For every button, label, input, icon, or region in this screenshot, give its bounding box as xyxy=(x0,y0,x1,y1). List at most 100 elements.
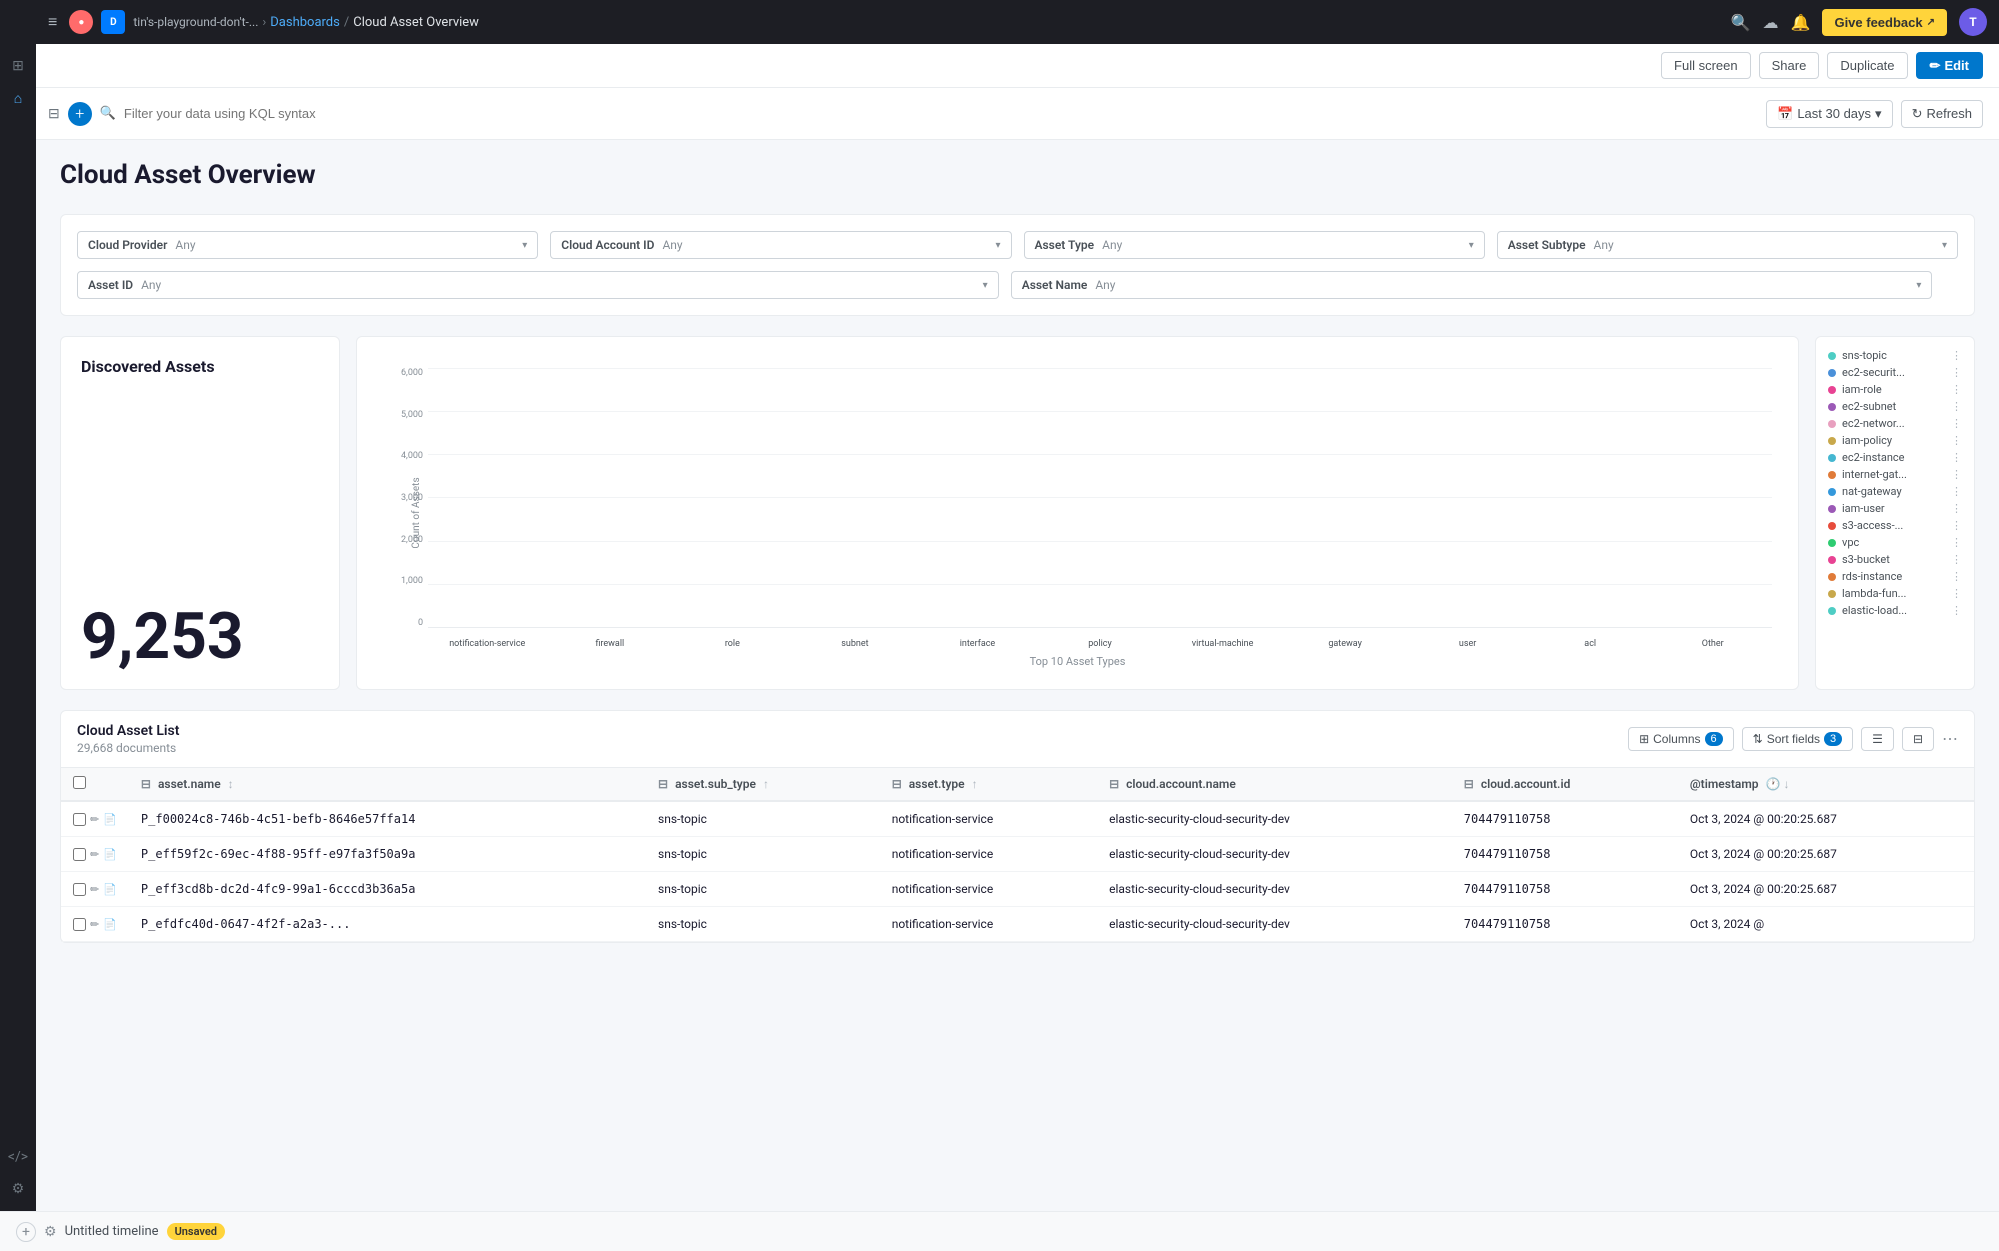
x-label-firewall: firewall xyxy=(551,639,670,649)
row-checkbox[interactable] xyxy=(73,883,86,896)
inspect-icon[interactable]: 📄 xyxy=(103,883,117,896)
user-avatar[interactable]: T xyxy=(1959,8,1987,36)
legend-item-12[interactable]: s3-bucket ⋮ xyxy=(1828,553,1962,566)
legend-menu-icon[interactable]: ⋮ xyxy=(1951,502,1962,515)
legend-item-9[interactable]: iam-user ⋮ xyxy=(1828,502,1962,515)
cloud-account-id-value: Any xyxy=(662,238,987,252)
edit-button[interactable]: ✏ Edit xyxy=(1916,52,1983,79)
row-account-id-cell: 704479110758 xyxy=(1452,872,1678,907)
legend-item-5[interactable]: iam-policy ⋮ xyxy=(1828,434,1962,447)
legend-menu-icon[interactable]: ⋮ xyxy=(1951,349,1962,362)
refresh-button[interactable]: ↻ Refresh xyxy=(1901,100,1983,128)
hamburger-icon[interactable]: ≡ xyxy=(48,12,57,32)
kql-search-input[interactable] xyxy=(124,106,1758,121)
legend-menu-icon[interactable]: ⋮ xyxy=(1951,587,1962,600)
sidebar-icon-code[interactable]: </> xyxy=(4,1143,32,1171)
cloud-account-id-chevron: ▾ xyxy=(995,240,1000,251)
row-account-id-cell: 704479110758 xyxy=(1452,801,1678,837)
row-checkbox[interactable] xyxy=(73,918,86,931)
legend-menu-icon[interactable]: ⋮ xyxy=(1951,417,1962,430)
sidebar-icon-grid[interactable]: ⊞ xyxy=(4,52,32,80)
asset-type-filter[interactable]: Asset Type Any ▾ xyxy=(1024,231,1485,259)
legend-dot xyxy=(1828,590,1836,598)
give-feedback-button[interactable]: Give feedback ↗ xyxy=(1822,9,1947,36)
legend-menu-icon[interactable]: ⋮ xyxy=(1951,400,1962,413)
inspect-icon[interactable]: 📄 xyxy=(103,918,117,931)
legend-item-15[interactable]: elastic-load... ⋮ xyxy=(1828,604,1962,617)
asset-subtype-filter[interactable]: Asset Subtype Any ▾ xyxy=(1497,231,1958,259)
columns-button[interactable]: ⊞ Columns 6 xyxy=(1628,727,1734,751)
legend-menu-icon[interactable]: ⋮ xyxy=(1951,434,1962,447)
legend-menu-icon[interactable]: ⋮ xyxy=(1951,604,1962,617)
legend-item-8[interactable]: nat-gateway ⋮ xyxy=(1828,485,1962,498)
legend-label: iam-user xyxy=(1842,502,1945,515)
date-range-button[interactable]: 📅 Last 30 days ▾ xyxy=(1766,100,1892,128)
table-more-button[interactable]: ⋯ xyxy=(1942,729,1958,749)
inspect-icon[interactable]: 📄 xyxy=(103,848,117,861)
view-toggle-button[interactable]: ☰ xyxy=(1861,727,1894,751)
x-label-acl: acl xyxy=(1531,639,1650,649)
col-account-id-header[interactable]: ⊟ cloud.account.id xyxy=(1452,768,1678,801)
row-checkbox[interactable] xyxy=(73,848,86,861)
col-subtype-header[interactable]: ⊟ asset.sub_type ↑ xyxy=(646,768,880,801)
legend-menu-icon[interactable]: ⋮ xyxy=(1951,468,1962,481)
legend-item-1[interactable]: ec2-securit... ⋮ xyxy=(1828,366,1962,379)
settings-icon[interactable]: ⚙ xyxy=(44,1224,57,1240)
col-account-name-header[interactable]: ⊟ cloud.account.name xyxy=(1097,768,1452,801)
add-timeline-button[interactable]: + xyxy=(16,1222,36,1242)
edit-icon[interactable]: ✏ xyxy=(90,883,99,896)
legend-menu-icon[interactable]: ⋮ xyxy=(1951,519,1962,532)
edit-icon[interactable]: ✏ xyxy=(90,918,99,931)
sort-fields-button[interactable]: ⇅ Sort fields 3 xyxy=(1742,727,1854,751)
legend-menu-icon[interactable]: ⋮ xyxy=(1951,536,1962,549)
legend-item-7[interactable]: internet-gat... ⋮ xyxy=(1828,468,1962,481)
filter-table-button[interactable]: ⊟ xyxy=(1902,727,1934,751)
legend-menu-icon[interactable]: ⋮ xyxy=(1951,451,1962,464)
legend-item-14[interactable]: lambda-fun... ⋮ xyxy=(1828,587,1962,600)
timeline-label: Untitled timeline xyxy=(65,1224,159,1239)
x-axis-labels: notification-service firewall role subne… xyxy=(428,639,1772,649)
legend-item-0[interactable]: sns-topic ⋮ xyxy=(1828,349,1962,362)
legend-item-3[interactable]: ec2-subnet ⋮ xyxy=(1828,400,1962,413)
duplicate-button[interactable]: Duplicate xyxy=(1827,52,1907,79)
legend-item-6[interactable]: ec2-instance ⋮ xyxy=(1828,451,1962,464)
legend-dot xyxy=(1828,488,1836,496)
edit-icon[interactable]: ✏ xyxy=(90,813,99,826)
cloud-icon[interactable]: ☁ xyxy=(1763,13,1779,32)
asset-name-filter[interactable]: Asset Name Any ▾ xyxy=(1011,271,1933,299)
legend-item-13[interactable]: rds-instance ⋮ xyxy=(1828,570,1962,583)
select-all-checkbox[interactable] xyxy=(73,776,86,789)
sidebar-icon-home[interactable]: ⌂ xyxy=(4,84,32,112)
field-icon: ⊟ xyxy=(141,777,151,791)
inspect-icon[interactable]: 📄 xyxy=(103,813,117,826)
legend-item-11[interactable]: vpc ⋮ xyxy=(1828,536,1962,549)
row-check-cell: ✏ 📄 xyxy=(61,801,129,837)
add-filter-button[interactable]: + xyxy=(68,102,92,126)
cloud-provider-filter[interactable]: Cloud Provider Any ▾ xyxy=(77,231,538,259)
cloud-provider-label: Cloud Provider xyxy=(88,238,167,252)
bell-icon[interactable]: 🔔 xyxy=(1791,13,1811,32)
sidebar-icon-settings[interactable]: ⚙ xyxy=(4,1175,32,1203)
col-type-header[interactable]: ⊟ asset.type ↑ xyxy=(880,768,1097,801)
legend-item-2[interactable]: iam-role ⋮ xyxy=(1828,383,1962,396)
search-icon[interactable]: 🔍 xyxy=(1731,13,1751,32)
legend-item-10[interactable]: s3-access-... ⋮ xyxy=(1828,519,1962,532)
legend-menu-icon[interactable]: ⋮ xyxy=(1951,366,1962,379)
cloud-account-id-filter[interactable]: Cloud Account ID Any ▾ xyxy=(550,231,1011,259)
clock-icon: 🕐 xyxy=(1766,777,1781,791)
legend-menu-icon[interactable]: ⋮ xyxy=(1951,383,1962,396)
asset-id-filter[interactable]: Asset ID Any ▾ xyxy=(77,271,999,299)
legend-item-4[interactable]: ec2-networ... ⋮ xyxy=(1828,417,1962,430)
col-name-header[interactable]: ⊟ asset.name ↕ xyxy=(129,768,646,801)
filter-icon[interactable]: ⊟ xyxy=(48,106,60,122)
breadcrumb-dashboards[interactable]: Dashboards xyxy=(270,15,340,30)
share-button[interactable]: Share xyxy=(1759,52,1820,79)
legend-menu-icon[interactable]: ⋮ xyxy=(1951,485,1962,498)
legend-menu-icon[interactable]: ⋮ xyxy=(1951,570,1962,583)
row-checkbox[interactable] xyxy=(73,813,86,826)
col-timestamp-header[interactable]: @timestamp 🕐 ↓ xyxy=(1678,768,1974,801)
legend-menu-icon[interactable]: ⋮ xyxy=(1951,553,1962,566)
edit-icon[interactable]: ✏ xyxy=(90,848,99,861)
fullscreen-button[interactable]: Full screen xyxy=(1661,52,1751,79)
row-type-cell: notification-service xyxy=(880,872,1097,907)
